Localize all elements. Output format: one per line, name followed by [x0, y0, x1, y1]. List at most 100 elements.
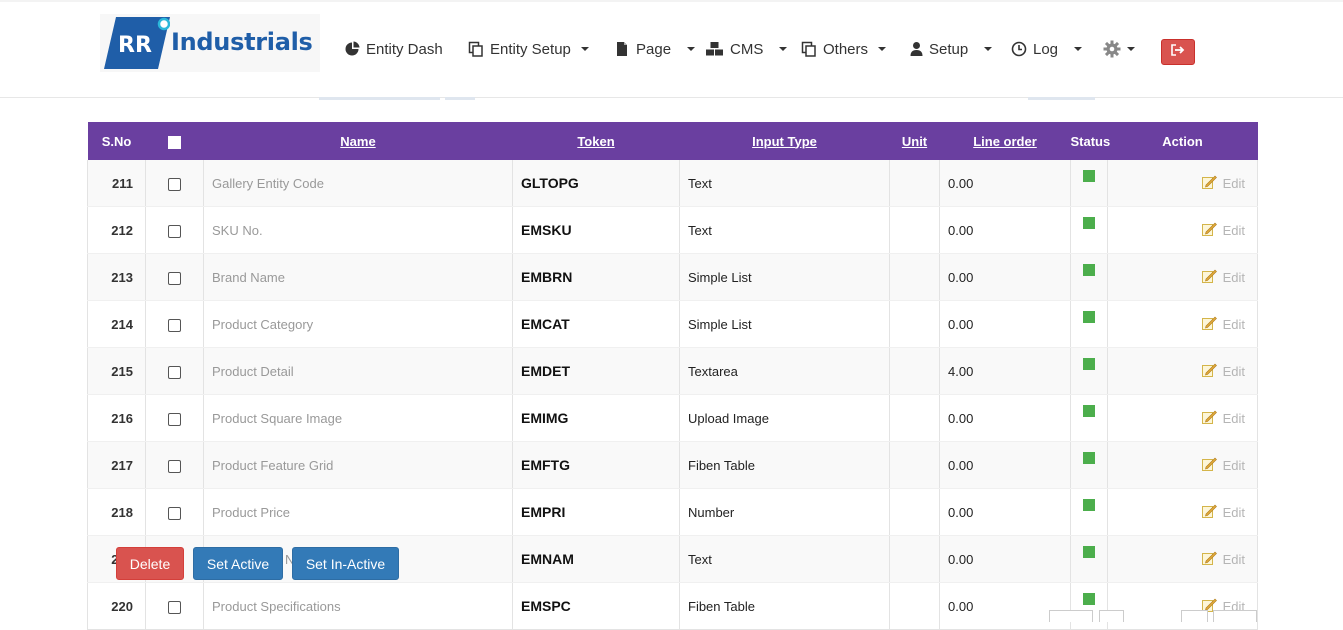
edit-link[interactable]: Edit: [1201, 363, 1245, 380]
row-line-order: 0.00: [939, 441, 1071, 489]
row-action-cell: Edit: [1107, 253, 1258, 301]
edit-link[interactable]: Edit: [1201, 457, 1245, 474]
pagination-last[interactable]: [1213, 610, 1257, 622]
nav-log[interactable]: Log: [1011, 38, 1083, 60]
row-checkbox[interactable]: [168, 177, 181, 191]
sort-input-type-link[interactable]: Input Type: [752, 134, 817, 149]
row-name: Gallery Entity Code: [203, 160, 513, 207]
edit-label: Edit: [1222, 363, 1245, 379]
status-active-indicator[interactable]: [1083, 546, 1095, 558]
pencil-square-icon: [1201, 504, 1217, 521]
row-action-cell: Edit: [1107, 488, 1258, 536]
sort-name-link[interactable]: Name: [340, 134, 375, 149]
nav-entity-setup[interactable]: Entity Setup: [468, 38, 589, 60]
edit-link[interactable]: Edit: [1201, 175, 1245, 192]
row-checkbox[interactable]: [168, 318, 181, 332]
status-active-indicator[interactable]: [1083, 405, 1095, 417]
nav-label: Setup: [929, 40, 969, 58]
edit-label: Edit: [1222, 410, 1245, 426]
nav-page[interactable]: Page: [614, 38, 696, 60]
nav-settings[interactable]: [1103, 38, 1135, 60]
row-checkbox[interactable]: [168, 412, 181, 426]
row-checkbox-cell: [145, 253, 204, 301]
row-checkbox-cell: [145, 206, 204, 254]
row-input-type: Text: [679, 160, 890, 207]
row-checkbox[interactable]: [168, 224, 181, 238]
sort-token-link[interactable]: Token: [577, 134, 614, 149]
row-action-cell: Edit: [1107, 535, 1258, 583]
row-line-order: 0.00: [939, 488, 1071, 536]
pagination-prev[interactable]: [1099, 610, 1124, 622]
status-active-indicator[interactable]: [1083, 264, 1095, 276]
status-active-indicator[interactable]: [1083, 452, 1095, 464]
row-token: EMDET: [512, 347, 680, 395]
table-row: 217 Product Feature Grid EMFTG Fiben Table 0…: [87, 441, 1258, 489]
edit-link[interactable]: Edit: [1201, 551, 1245, 568]
logout-button[interactable]: [1161, 39, 1195, 65]
caret-down-icon: [1127, 47, 1135, 51]
row-checkbox[interactable]: [168, 271, 181, 285]
sign-out-icon: [1171, 43, 1185, 61]
pagination-next[interactable]: [1181, 610, 1208, 622]
status-active-indicator[interactable]: [1083, 170, 1095, 182]
set-inactive-button[interactable]: Set In-Active: [292, 547, 399, 580]
nav-entity-dash[interactable]: Entity Dash: [344, 38, 443, 60]
nav-cms[interactable]: CMS: [705, 38, 788, 60]
row-name: Product Square Image: [203, 394, 513, 442]
edit-link[interactable]: Edit: [1201, 504, 1245, 521]
pencil-square-icon: [1201, 363, 1217, 380]
col-unit[interactable]: Unit: [889, 122, 940, 160]
col-token[interactable]: Token: [512, 122, 680, 160]
logo-mark-icon: RR: [104, 17, 170, 69]
status-active-indicator[interactable]: [1083, 593, 1095, 605]
row-status-cell: [1070, 300, 1108, 348]
nav-others[interactable]: Others: [801, 38, 887, 60]
pencil-square-icon: [1201, 410, 1217, 427]
status-active-indicator[interactable]: [1083, 358, 1095, 370]
row-sno: 213: [87, 253, 146, 301]
pencil-square-icon: [1201, 457, 1217, 474]
row-token: EMIMG: [512, 394, 680, 442]
row-status-cell: [1070, 535, 1108, 583]
sort-unit-link[interactable]: Unit: [902, 134, 927, 149]
row-checkbox[interactable]: [168, 600, 181, 614]
status-active-indicator[interactable]: [1083, 311, 1095, 323]
row-checkbox[interactable]: [168, 506, 181, 520]
edit-link[interactable]: Edit: [1201, 222, 1245, 239]
delete-button[interactable]: Delete: [116, 547, 184, 580]
caret-down-icon: [580, 47, 589, 51]
row-input-type: Fiben Table: [679, 582, 890, 630]
brand-logo[interactable]: RR Industrials: [100, 14, 320, 72]
row-action-cell: Edit: [1107, 394, 1258, 442]
select-all-checkbox[interactable]: [168, 135, 181, 149]
row-input-type: Fiben Table: [679, 441, 890, 489]
user-icon: [910, 41, 923, 57]
row-status-cell: [1070, 441, 1108, 489]
row-checkbox[interactable]: [168, 459, 181, 473]
row-line-order: 0.00: [939, 160, 1071, 207]
brand-name: Industrials: [171, 28, 313, 56]
row-input-type: Upload Image: [679, 394, 890, 442]
nav-label: Log: [1033, 40, 1059, 58]
set-active-button[interactable]: Set Active: [193, 547, 283, 580]
row-checkbox[interactable]: [168, 365, 181, 379]
edit-link[interactable]: Edit: [1201, 269, 1245, 286]
row-unit: [889, 347, 940, 395]
edit-label: Edit: [1222, 269, 1245, 285]
col-line-order[interactable]: Line order: [939, 122, 1071, 160]
row-status-cell: [1070, 488, 1108, 536]
copy-icon: [468, 41, 484, 57]
row-token: EMNAM: [512, 535, 680, 583]
edit-link[interactable]: Edit: [1201, 316, 1245, 333]
pie-chart-icon: [344, 41, 360, 57]
status-active-indicator[interactable]: [1083, 499, 1095, 511]
nav-setup[interactable]: Setup: [910, 38, 993, 60]
edit-link[interactable]: Edit: [1201, 410, 1245, 427]
col-input-type[interactable]: Input Type: [679, 122, 890, 160]
pagination-first[interactable]: [1049, 610, 1093, 622]
row-action-cell: Edit: [1107, 206, 1258, 254]
status-active-indicator[interactable]: [1083, 217, 1095, 229]
col-name[interactable]: Name: [203, 122, 513, 160]
row-token: EMCAT: [512, 300, 680, 348]
sort-line-order-link[interactable]: Line order: [973, 134, 1037, 149]
